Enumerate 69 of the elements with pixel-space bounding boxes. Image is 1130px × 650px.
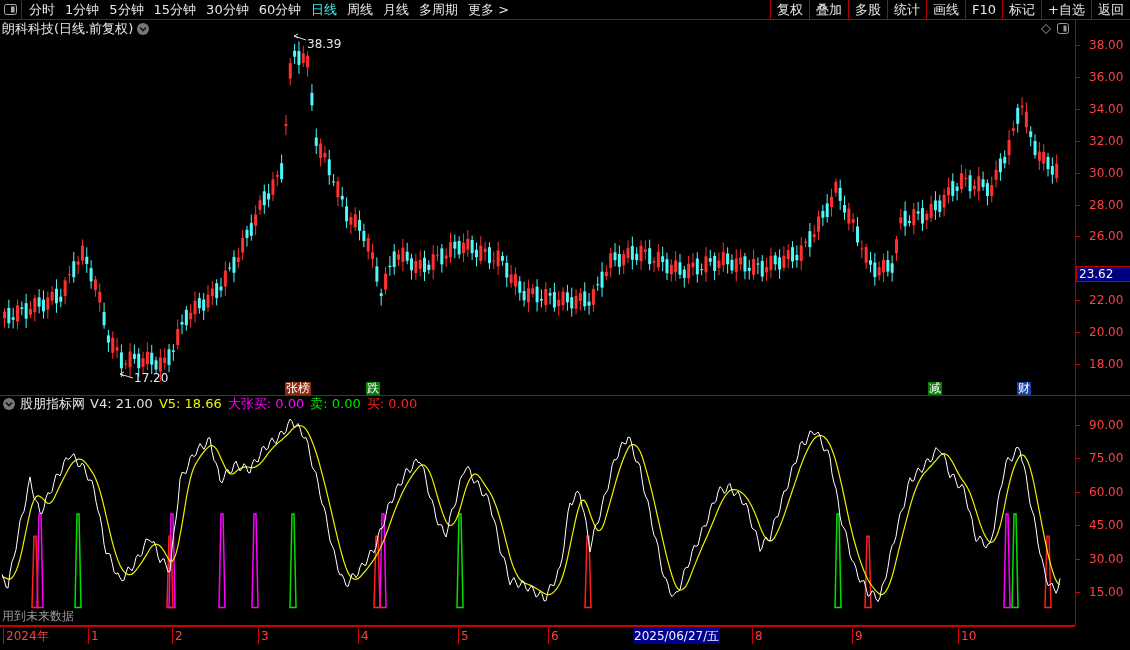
indicator-readout: 买: 0.00 (366, 395, 418, 414)
date-label: 6 (548, 628, 559, 644)
axis-label: 75.00 (1089, 451, 1124, 466)
event-tag: 张榜 (285, 382, 311, 395)
price-annotation-arrow (119, 371, 134, 379)
date-label: 5 (458, 628, 469, 644)
date-label: 10 (958, 628, 977, 644)
indicator-readout: V5: 18.66 (158, 395, 222, 414)
axis-label: 28.00 (1089, 197, 1124, 212)
indicator-readout: 大张买: 0.00 (227, 395, 305, 414)
price-annotation-arrow (293, 33, 307, 41)
toolbar-button[interactable]: F10 (965, 0, 1003, 19)
indicator-readout: 卖: 0.00 (310, 395, 361, 414)
axis-label: 30.00 (1089, 165, 1124, 180)
period-tab[interactable]: 日线 (306, 0, 343, 20)
axis-label: 34.00 (1089, 101, 1124, 116)
date-label: 3 (258, 628, 269, 644)
period-tab[interactable]: 更多 > (463, 0, 515, 20)
date-label: 2024年 (3, 628, 49, 644)
period-tab[interactable]: 1分钟 (60, 0, 105, 20)
axis-label: 15.00 (1089, 585, 1124, 599)
period-tab[interactable]: 15分钟 (148, 0, 202, 20)
indicator-readout: V4: 21.00 (90, 395, 153, 414)
axis-label: 18.00 (1089, 357, 1124, 371)
period-tab[interactable]: 分时 (24, 0, 60, 20)
date-label: 2025/06/27/五 (633, 628, 721, 644)
indicator-name: 股朋指标网 (20, 395, 85, 414)
toolbar-button[interactable]: +自选 (1041, 0, 1091, 19)
toolbar-button[interactable]: 多股 (848, 0, 888, 19)
low-price-label: 17.20 (134, 371, 169, 385)
event-tag: 跌 (366, 382, 380, 395)
warning-text: 用到未来数据 (2, 609, 74, 623)
dropdown-icon[interactable] (137, 23, 150, 35)
axis-label: 45.00 (1089, 518, 1124, 533)
diamond-icon[interactable] (1041, 24, 1051, 34)
period-tab[interactable]: 月线 (378, 0, 415, 20)
axis-label: 22.00 (1089, 293, 1124, 308)
axis-label: 36.00 (1089, 69, 1124, 84)
toolbar-button[interactable]: 叠加 (809, 0, 849, 19)
axis-label: 38.00 (1089, 38, 1124, 52)
current-price-label: 23.62 (1076, 266, 1130, 283)
axis-label: 20.00 (1089, 325, 1124, 340)
period-tab[interactable]: 5分钟 (104, 0, 149, 20)
axis-label: 60.00 (1089, 484, 1124, 499)
date-label: 1 (88, 628, 99, 644)
toolbar-button[interactable]: 画线 (926, 0, 966, 19)
dropdown-icon[interactable] (3, 398, 15, 410)
event-tag: 财 (1017, 382, 1031, 395)
axis-label: 26.00 (1089, 229, 1124, 244)
event-tag: 减 (928, 382, 942, 395)
toolbar-button[interactable]: 复权 (770, 0, 810, 19)
toolbar-button[interactable]: 返回 (1091, 0, 1130, 19)
date-label: 8 (752, 628, 763, 644)
chart-title: 朗科科技(日线.前复权) (2, 20, 134, 39)
period-tab[interactable]: 30分钟 (201, 0, 254, 20)
period-tab[interactable]: 周线 (342, 0, 379, 20)
toolbar-button[interactable]: 统计 (887, 0, 927, 19)
axis-label: 30.00 (1089, 551, 1124, 566)
period-tab[interactable]: 多周期 (414, 0, 464, 20)
date-label: 2 (172, 628, 183, 644)
date-label: 4 (358, 628, 369, 644)
high-price-label: 38.39 (307, 37, 342, 51)
axis-label: 32.00 (1089, 133, 1124, 148)
date-label: 9 (852, 628, 863, 644)
toolbar-button[interactable]: 标记 (1002, 0, 1042, 19)
panel-toggle-icon[interactable] (1057, 23, 1069, 34)
panel-toggle-icon[interactable] (4, 4, 17, 15)
period-tab[interactable]: 60分钟 (253, 0, 307, 20)
axis-label: 90.00 (1089, 418, 1124, 432)
